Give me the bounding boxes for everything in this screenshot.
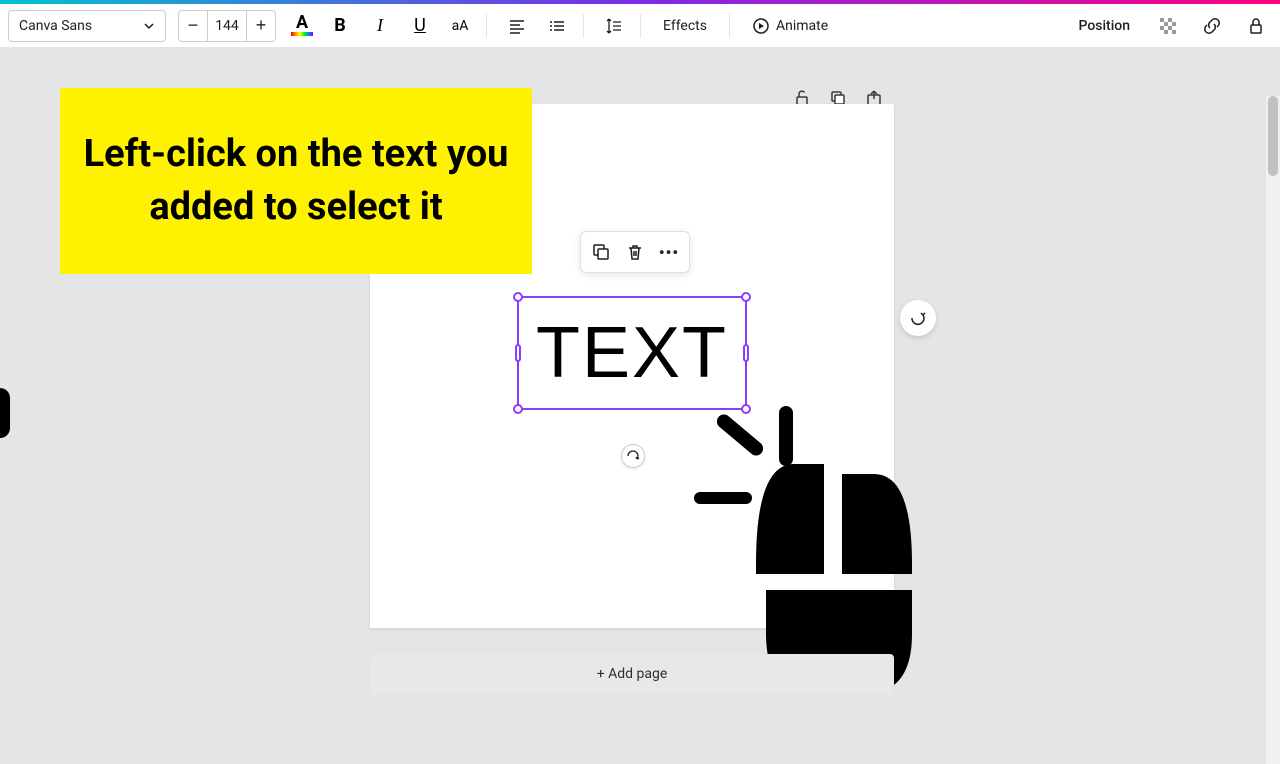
transparency-icon <box>1158 16 1178 36</box>
more-button[interactable]: ••• <box>655 238 683 266</box>
underline-button[interactable]: U <box>404 10 436 42</box>
scrollbar-thumb[interactable] <box>1268 96 1278 176</box>
selection-toolbar: ••• <box>580 231 690 273</box>
copy-icon <box>591 242 611 262</box>
trash-icon <box>625 242 645 262</box>
animate-label: Animate <box>776 18 828 34</box>
divider <box>640 14 641 38</box>
color-spectrum-icon <box>291 32 313 36</box>
font-size-value[interactable]: 144 <box>207 11 247 41</box>
animate-button[interactable]: Animate <box>740 11 840 41</box>
font-size-group: − 144 + <box>178 10 276 42</box>
align-left-icon <box>508 17 526 35</box>
rotate-icon <box>626 449 640 463</box>
divider <box>583 14 584 38</box>
refresh-icon <box>909 309 927 327</box>
chevron-down-icon <box>143 20 155 32</box>
text-case-button[interactable]: aA <box>444 10 476 42</box>
text-content[interactable]: TEXT <box>536 312 728 394</box>
lock-button[interactable] <box>1240 10 1272 42</box>
spacing-icon <box>605 17 623 35</box>
transparency-button[interactable] <box>1152 10 1184 42</box>
position-button[interactable]: Position <box>1068 12 1140 40</box>
scrollbar[interactable] <box>1266 96 1280 764</box>
alignment-button[interactable] <box>501 10 533 42</box>
resize-handle-tr[interactable] <box>741 292 751 302</box>
resize-handle-tl[interactable] <box>513 292 523 302</box>
bold-button[interactable]: B <box>324 10 356 42</box>
link-button[interactable] <box>1196 10 1228 42</box>
text-color-button[interactable]: A <box>288 12 316 40</box>
lock-icon <box>1247 17 1265 35</box>
resize-handle-left[interactable] <box>515 344 521 362</box>
selected-text-box[interactable]: TEXT <box>517 296 747 410</box>
font-name: Canva Sans <box>19 18 92 34</box>
delete-button[interactable] <box>621 238 649 266</box>
link-icon <box>1202 16 1222 36</box>
list-button[interactable] <box>541 10 573 42</box>
refresh-button[interactable] <box>900 300 936 336</box>
duplicate-button[interactable] <box>587 238 615 266</box>
divider <box>729 14 730 38</box>
resize-handle-br[interactable] <box>741 404 751 414</box>
spacing-button[interactable] <box>598 10 630 42</box>
instruction-callout: Left-click on the text you added to sele… <box>60 88 532 274</box>
rotate-handle[interactable] <box>621 444 645 468</box>
canvas-area: Left-click on the text you added to sele… <box>0 48 1280 720</box>
increase-size-button[interactable]: + <box>247 11 275 41</box>
text-color-letter: A <box>296 15 308 31</box>
side-panel-toggle[interactable] <box>0 388 10 438</box>
add-page-button[interactable]: + Add page <box>370 654 894 694</box>
callout-text: Left-click on the text you added to sele… <box>76 128 516 234</box>
divider <box>486 14 487 38</box>
italic-button[interactable]: I <box>364 10 396 42</box>
list-icon <box>548 17 566 35</box>
font-selector[interactable]: Canva Sans <box>8 10 166 42</box>
effects-button[interactable]: Effects <box>651 12 719 40</box>
decrease-size-button[interactable]: − <box>179 11 207 41</box>
resize-handle-right[interactable] <box>743 344 749 362</box>
animate-icon <box>752 17 770 35</box>
top-toolbar: Canva Sans − 144 + A B I U aA Effects An… <box>0 4 1280 48</box>
resize-handle-bl[interactable] <box>513 404 523 414</box>
